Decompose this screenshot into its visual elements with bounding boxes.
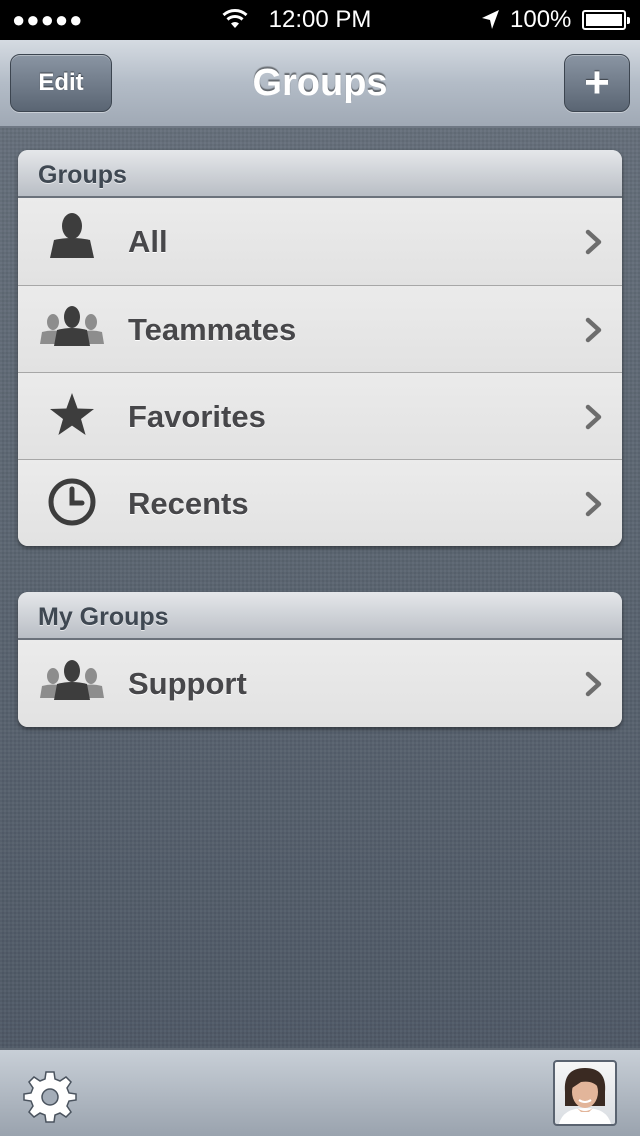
location-arrow-icon [480,9,500,38]
clock-icon [48,478,96,526]
row-label: Support [128,666,247,701]
row-label: Teammates [128,312,297,347]
chevron-right-icon [585,404,602,430]
chevron-right-icon [585,491,602,517]
people-icon [40,306,104,346]
chevron-right-icon [585,229,602,255]
person-icon [50,213,94,258]
content-area: Groups All Teammates Favorites Recents M… [0,128,640,1048]
groups-section: Groups All Teammates Favorites Recents [18,150,622,546]
row-favorites[interactable]: Favorites [18,372,622,459]
section-header: Groups [18,150,622,198]
plus-icon: + [584,58,610,107]
row-teammates[interactable]: Teammates [18,285,622,372]
section-header: My Groups [18,592,622,640]
add-group-button[interactable]: + [564,54,630,112]
row-all[interactable]: All [18,198,622,285]
battery-icon [582,10,630,30]
row-label: Recents [128,486,249,521]
my-groups-section: My Groups Support [18,592,622,727]
chevron-right-icon [585,317,602,343]
profile-avatar[interactable] [553,1060,617,1126]
row-label: Favorites [128,399,266,434]
status-bar: ●●●●● 12:00 PM 100% [0,0,640,40]
row-recents[interactable]: Recents [18,459,622,546]
battery-percent: 100% [510,6,572,33]
row-label: All [128,224,168,259]
page-title: Groups [252,62,388,104]
navigation-bar: Edit Groups + [0,40,640,128]
bottom-toolbar [0,1048,640,1136]
avatar-photo [559,1068,611,1124]
people-icon [40,660,104,700]
chevron-right-icon [585,671,602,697]
row-support[interactable]: Support [18,640,622,727]
gear-icon[interactable] [22,1068,78,1124]
star-icon [50,393,94,435]
